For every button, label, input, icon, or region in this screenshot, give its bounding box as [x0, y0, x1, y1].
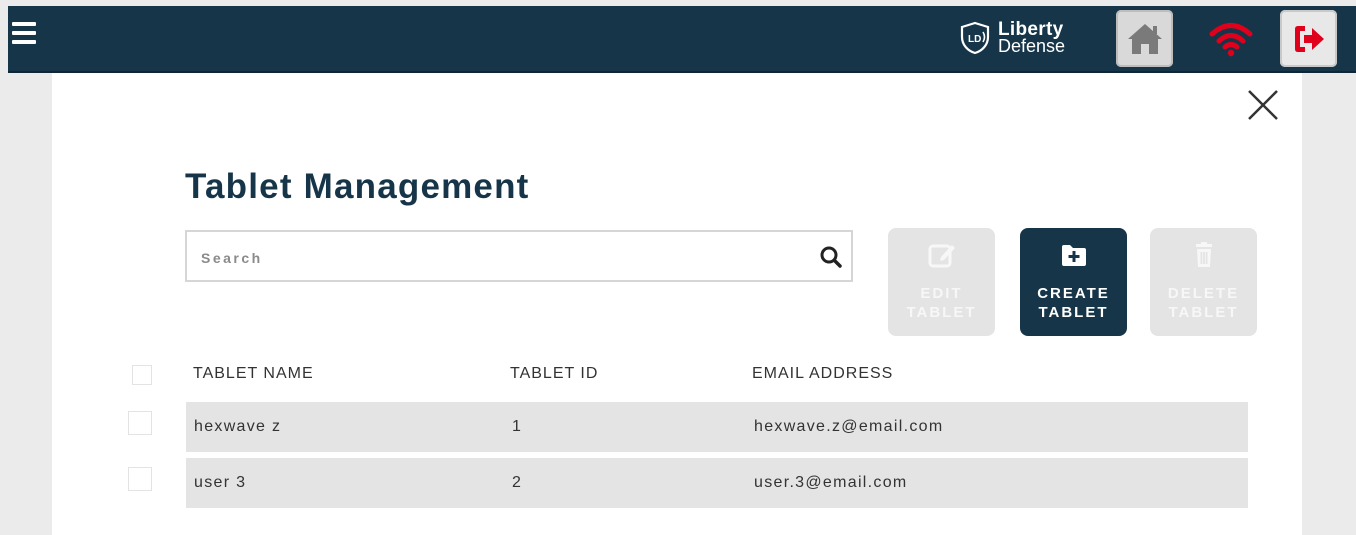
- edit-label-line1: EDIT: [920, 285, 963, 302]
- create-label-line2: TABLET: [1038, 304, 1109, 321]
- cell-email-address: hexwave.z@email.com: [754, 418, 944, 435]
- wifi-signal-icon: [1209, 23, 1253, 57]
- home-button[interactable]: [1116, 10, 1173, 67]
- home-icon: [1127, 23, 1162, 54]
- select-all-checkbox[interactable]: [132, 365, 152, 385]
- logo-text-line2: Defense: [998, 36, 1066, 56]
- edit-tablet-button[interactable]: EDIT TABLET: [888, 228, 995, 336]
- liberty-defense-logo: LD Liberty Defense: [958, 18, 1065, 58]
- table-row[interactable]: user 3 2 user.3@email.com: [186, 458, 1248, 508]
- delete-label-line2: TABLET: [1168, 304, 1239, 321]
- shield-logo-icon: LD: [960, 21, 990, 55]
- search-box[interactable]: [185, 230, 853, 282]
- search-icon[interactable]: [819, 245, 843, 269]
- cell-tablet-name: hexwave z: [194, 418, 282, 435]
- create-tablet-button[interactable]: CREATE TABLET: [1020, 228, 1127, 336]
- cell-tablet-id: 2: [512, 474, 523, 491]
- edit-label-line2: TABLET: [906, 304, 977, 321]
- cell-tablet-name: user 3: [194, 474, 247, 491]
- edit-icon: [928, 244, 955, 268]
- logout-button[interactable]: [1280, 10, 1337, 67]
- header-email-address: EMAIL ADDRESS: [752, 365, 894, 382]
- row-checkbox[interactable]: [128, 411, 152, 435]
- trash-icon: [1195, 242, 1212, 267]
- close-icon[interactable]: [1245, 87, 1281, 123]
- logout-icon: [1294, 25, 1324, 52]
- page-title: Tablet Management: [185, 167, 530, 206]
- top-bar: LD Liberty Defense: [8, 6, 1356, 73]
- row-checkbox[interactable]: [128, 467, 152, 491]
- hamburger-menu-icon[interactable]: [12, 22, 36, 44]
- cell-tablet-id: 1: [512, 418, 523, 435]
- search-input[interactable]: [199, 246, 793, 270]
- cell-email-address: user.3@email.com: [754, 474, 908, 491]
- create-label-line1: CREATE: [1037, 285, 1110, 302]
- header-tablet-id: TABLET ID: [510, 365, 599, 382]
- header-tablet-name: TABLET NAME: [193, 365, 314, 382]
- folder-plus-icon: [1061, 245, 1086, 266]
- svg-text:LD: LD: [968, 34, 981, 45]
- tablet-management-panel: Tablet Management EDIT TABLET CREATE TABLE…: [52, 73, 1302, 535]
- table-row[interactable]: hexwave z 1 hexwave.z@email.com: [186, 402, 1248, 452]
- delete-label-line1: DELETE: [1167, 285, 1240, 302]
- delete-tablet-button[interactable]: DELETE TABLET: [1150, 228, 1257, 336]
